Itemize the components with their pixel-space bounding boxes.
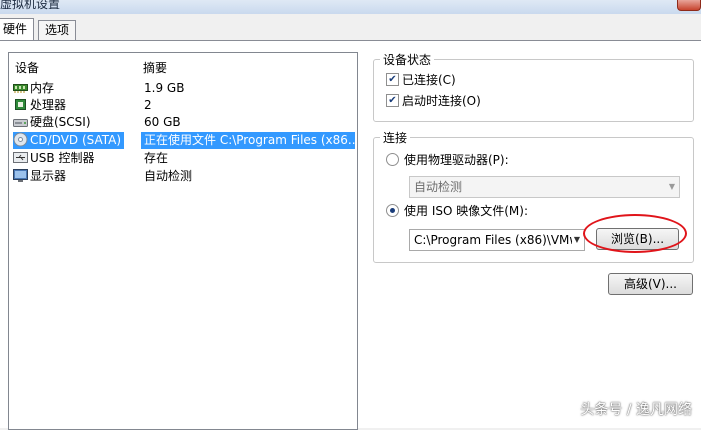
device-name: 内存 (30, 81, 55, 95)
tab-strip: 硬件 选项 (0, 18, 701, 40)
device-row-cd-dvd[interactable]: CD/DVD (SATA) 正在使用文件 C:\Program Files (x… (10, 132, 356, 149)
device-name: 显示器 (30, 169, 67, 183)
iso-file-radio[interactable]: 使用 ISO 映像文件(M): (386, 203, 528, 219)
device-name: 处理器 (30, 98, 67, 112)
physical-drive-radio[interactable]: 使用物理驱动器(P): (386, 152, 509, 168)
window-title: 虚拟机设置 (0, 0, 61, 11)
device-summary: 自动检测 (144, 169, 193, 183)
device-row-processor[interactable]: 处理器 2 (10, 97, 356, 114)
connect-at-power-on-checkbox[interactable]: ✔ 启动时连接(O) (386, 93, 481, 109)
device-name: 硬盘(SCSI) (30, 115, 91, 129)
device-name: USB 控制器 (30, 151, 95, 165)
cd-dvd-icon (13, 132, 28, 147)
connected-checkbox[interactable]: ✔ 已连接(C) (386, 72, 456, 88)
device-list[interactable]: 设备 摘要 内存 1.9 GB 处理器 2 硬盘(SCSI) 60 GB CD/… (8, 52, 358, 430)
device-summary: 60 GB (144, 115, 181, 129)
processor-icon (15, 99, 26, 110)
device-status-group: 设备状态 ✔ 已连接(C) ✔ 启动时连接(O) (373, 51, 694, 122)
radio-unselected-icon[interactable] (386, 153, 399, 166)
close-button[interactable] (677, 0, 701, 11)
dropdown-arrow-icon[interactable]: ▼ (571, 230, 580, 250)
device-row-monitor[interactable]: 显示器 自动检测 (10, 168, 356, 185)
monitor-icon (13, 168, 28, 182)
dropdown-arrow-icon: ▼ (668, 182, 675, 191)
iso-path-combo[interactable]: C:\Program Files (x86)\VMw ▼ (409, 229, 585, 251)
checkbox-checked-icon[interactable]: ✔ (386, 73, 399, 86)
physical-drive-select: 自动检测 ▼ (409, 176, 680, 198)
device-summary: 存在 (144, 151, 169, 165)
connection-title: 连接 (380, 129, 411, 146)
memory-icon (13, 84, 28, 93)
column-header-summary[interactable]: 摘要 (143, 59, 167, 76)
tab-options[interactable]: 选项 (38, 20, 77, 40)
highlight-annotation (583, 214, 687, 253)
device-summary: 1.9 GB (144, 81, 185, 95)
column-header-device[interactable]: 设备 (15, 59, 39, 76)
device-status-title: 设备状态 (380, 51, 435, 68)
radio-selected-icon[interactable] (386, 204, 399, 217)
device-row-memory[interactable]: 内存 1.9 GB (10, 80, 356, 97)
device-row-hard-disk[interactable]: 硬盘(SCSI) 60 GB (10, 114, 356, 131)
device-summary: 2 (144, 98, 152, 112)
usb-icon (13, 152, 28, 163)
hard-disk-icon (13, 118, 28, 127)
watermark-text: 头条号 / 逸凡网络 (580, 402, 692, 418)
device-name: CD/DVD (SATA) (30, 133, 122, 147)
advanced-button[interactable]: 高级(V)... (608, 273, 693, 295)
device-summary: 正在使用文件 C:\Program Files (x86... (141, 132, 355, 149)
tab-hardware[interactable]: 硬件 (0, 18, 35, 40)
checkbox-checked-icon[interactable]: ✔ (386, 94, 399, 107)
window-titlebar: 虚拟机设置 (0, 0, 701, 14)
device-row-usb[interactable]: USB 控制器 存在 (10, 150, 356, 167)
